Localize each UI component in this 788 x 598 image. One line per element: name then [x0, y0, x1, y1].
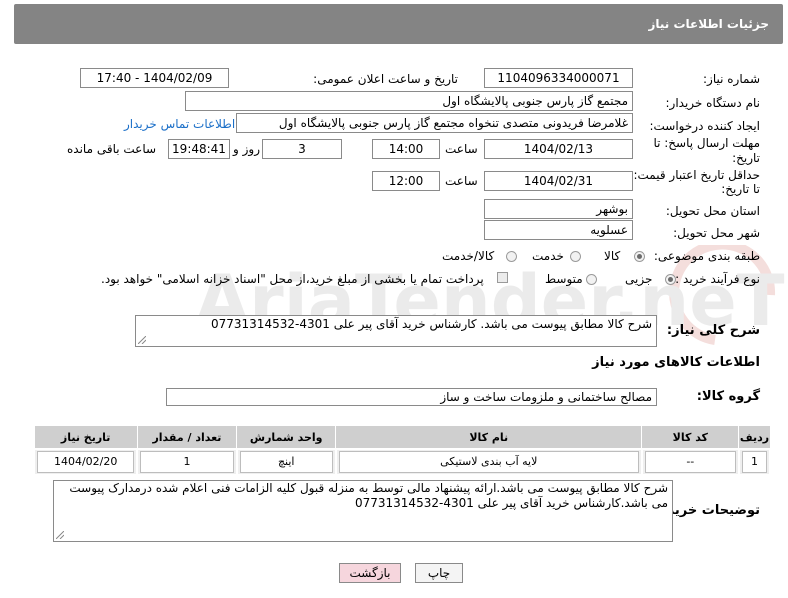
category-radio-service[interactable]	[570, 251, 581, 262]
buyer-contact-link[interactable]: اطلاعات تماس خریدار	[124, 117, 235, 131]
category-option-goods: کالا	[604, 249, 621, 263]
announce-date-label: تاریخ و ساعت اعلان عمومی:	[313, 72, 458, 86]
announce-date-field: 1404/02/09 - 17:40	[80, 68, 229, 88]
price-validity-time-field: 12:00	[372, 171, 440, 191]
col-header-quantity: تعداد / مقدار	[136, 425, 238, 450]
buyer-org-field: مجتمع گاز پارس جنوبی پالایشگاه اول	[185, 91, 633, 111]
requester-field: غلامرضا فریدونی متصدی تنخواه مجتمع گاز پ…	[236, 113, 633, 133]
category-option-service: خدمت	[532, 249, 564, 263]
back-button[interactable]: بازگشت	[339, 563, 401, 583]
col-header-need-date: تاریخ نیاز	[33, 425, 138, 450]
price-validity-time-label: ساعت	[445, 174, 478, 188]
remaining-time-label: ساعت باقی مانده	[67, 142, 157, 156]
col-header-unit: واحد شمارش	[236, 425, 337, 450]
goods-table: ردیف کد کالا نام کالا واحد شمارش تعداد /…	[32, 425, 772, 476]
days-label: روز و	[233, 142, 260, 156]
general-desc-text: شرح کالا مطابق پیوست می باشد. کارشناس خر…	[211, 317, 652, 331]
col-header-goods-code: کد کالا	[641, 425, 740, 450]
page-title: جزئیات اطلاعات نیاز	[648, 17, 769, 31]
city-label: شهر محل تحویل:	[673, 226, 760, 240]
price-validity-date-field: 1404/02/31	[484, 171, 633, 191]
process-label: نوع فرآیند خرید :	[675, 272, 760, 286]
goods-group-label: گروه کالا:	[696, 389, 760, 404]
cell-goods-name: لایه آب بندی لاستیکی	[334, 448, 643, 476]
category-radio-goods[interactable]	[634, 251, 645, 262]
category-radio-goods-service[interactable]	[506, 251, 517, 262]
buyer-notes-text: شرح کالا مطابق پیوست می باشد.ارائه پیشنه…	[69, 481, 668, 510]
process-radio-minor[interactable]	[665, 274, 676, 285]
table-row: 1 -- لایه آب بندی لاستیکی اینچ 1 1404/02…	[32, 448, 772, 476]
treasury-payment-checkbox[interactable]	[497, 272, 508, 283]
price-validity-label: حداقل تاریخ اعتبار قیمت:	[633, 168, 760, 182]
cell-row-number: 1	[737, 448, 772, 476]
reply-date-field: 1404/02/13	[484, 139, 633, 159]
category-option-goods-service: کالا/خدمت	[442, 249, 495, 263]
province-label: استان محل تحویل:	[665, 204, 760, 218]
need-number-label: شماره نیاز:	[703, 72, 760, 86]
city-field: عسلویه	[484, 220, 633, 240]
table-header-row: ردیف کد کالا نام کالا واحد شمارش تعداد /…	[33, 425, 771, 450]
goods-group-field: مصالح ساختمانی و ملزومات ساخت و ساز	[166, 388, 657, 406]
treasury-payment-note: پرداخت تمام یا بخشی از مبلغ خرید،از محل …	[101, 272, 484, 286]
requester-label: ایجاد کننده درخواست:	[649, 119, 760, 133]
reply-deadline-label-2: تاریخ:	[732, 151, 760, 165]
process-radio-medium[interactable]	[586, 274, 597, 285]
general-desc-label: شرح کلی نیاز:	[666, 323, 760, 338]
province-field: بوشهر	[484, 199, 633, 219]
reply-time-label: ساعت	[445, 142, 478, 156]
process-option-medium: متوسط	[545, 272, 583, 286]
general-desc-textarea[interactable]: شرح کالا مطابق پیوست می باشد. کارشناس خر…	[135, 315, 657, 347]
buyer-org-label: نام دستگاه خریدار:	[665, 96, 761, 110]
category-label: طبقه بندی موضوعی:	[653, 249, 760, 263]
days-remaining-field: 3	[262, 139, 342, 159]
cell-goods-code: --	[640, 448, 740, 476]
col-header-goods-name: نام کالا	[335, 425, 643, 450]
cell-quantity: 1	[136, 448, 238, 476]
price-validity-label-2: تا تاریخ:	[721, 182, 760, 196]
cell-unit: اینچ	[235, 448, 337, 476]
print-button[interactable]: چاپ	[415, 563, 463, 583]
resize-handle-icon[interactable]	[56, 531, 64, 539]
goods-info-title: اطلاعات کالاهای مورد نیاز	[592, 355, 760, 370]
buyer-notes-textarea[interactable]: شرح کالا مطابق پیوست می باشد.ارائه پیشنه…	[53, 480, 673, 542]
col-header-row-number: ردیف	[738, 425, 771, 450]
page-header: جزئیات اطلاعات نیاز	[14, 4, 783, 44]
reply-deadline-label: مهلت ارسال پاسخ: تا	[653, 136, 760, 150]
need-number-field: 1104096334000071	[484, 68, 633, 88]
cell-need-date: 1404/02/20	[32, 448, 139, 476]
process-option-minor: جزیی	[625, 272, 653, 286]
resize-handle-icon[interactable]	[138, 336, 146, 344]
remaining-time-field: 19:48:41	[168, 139, 230, 159]
reply-time-field: 14:00	[372, 139, 440, 159]
